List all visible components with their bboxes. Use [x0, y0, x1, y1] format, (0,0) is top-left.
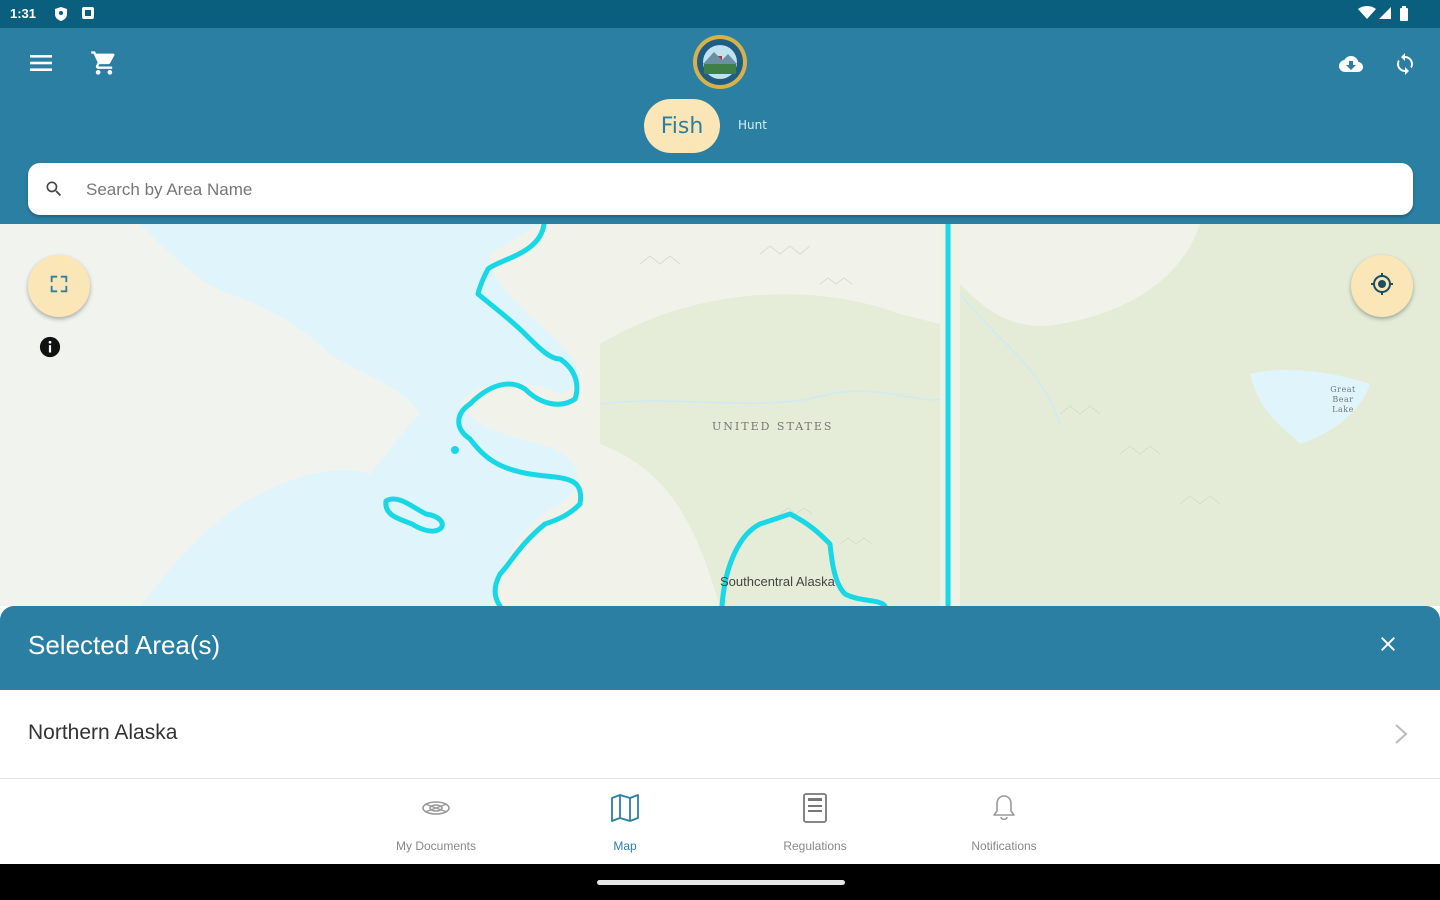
my-location-button[interactable] [1351, 255, 1413, 317]
system-navigation-bar [0, 864, 1440, 900]
map-view[interactable]: UNITED STATES Great Bear Lake Southcentr… [0, 224, 1440, 606]
nav-label: My Documents [395, 839, 477, 853]
app-bar: Fish Hunt [0, 28, 1440, 224]
menu-icon[interactable] [24, 48, 58, 78]
nav-my-documents[interactable]: My Documents [366, 791, 506, 853]
cell-signal-icon [1378, 6, 1392, 23]
state-seal-logo [692, 34, 748, 90]
my-location-icon [1370, 272, 1394, 300]
area-label: Northern Alaska [28, 721, 178, 744]
list-item[interactable]: Northern Alaska [0, 690, 1440, 778]
search-icon [44, 179, 64, 203]
nav-label: Notifications [971, 839, 1037, 853]
sync-icon[interactable] [1390, 48, 1420, 80]
status-bar: 1:31 [0, 0, 1440, 28]
bottom-navigation: My Documents Map Regulations Notificatio… [0, 778, 1440, 865]
chevron-right-icon [1394, 723, 1408, 749]
fullscreen-icon [48, 273, 70, 299]
battery-icon [1399, 6, 1409, 25]
documents-icon [366, 791, 506, 825]
fullscreen-button[interactable] [28, 255, 90, 317]
map-label-region: Southcentral Alaska [720, 574, 835, 589]
info-icon[interactable] [39, 336, 61, 362]
notification-badge-icon [81, 6, 95, 23]
status-time: 1:31 [10, 6, 37, 21]
nav-notifications[interactable]: Notifications [934, 791, 1074, 853]
regulations-icon [745, 791, 885, 825]
bell-icon [934, 791, 1074, 825]
map-label-lake: Great Bear Lake [1330, 385, 1356, 414]
cloud-download-icon[interactable] [1334, 48, 1368, 80]
search-input[interactable] [84, 163, 1388, 217]
nav-label: Regulations [783, 839, 847, 853]
tab-fish[interactable]: Fish [644, 99, 720, 153]
sheet-title: Selected Area(s) [28, 630, 221, 660]
search-bar [28, 163, 1413, 217]
nav-regulations[interactable]: Regulations [745, 791, 885, 853]
tab-hunt[interactable]: Hunt [738, 118, 767, 132]
map-label-country: UNITED STATES [712, 420, 834, 433]
close-icon[interactable] [1376, 632, 1400, 660]
nav-label: Map [613, 839, 637, 853]
home-handle[interactable] [597, 880, 845, 885]
selected-areas-header: Selected Area(s) [0, 606, 1440, 690]
wifi-icon [1358, 6, 1376, 23]
map-canvas [0, 224, 1440, 606]
map-icon [555, 791, 695, 825]
nav-map[interactable]: Map [555, 791, 695, 853]
cart-icon[interactable] [87, 46, 121, 80]
shield-icon [54, 6, 68, 25]
